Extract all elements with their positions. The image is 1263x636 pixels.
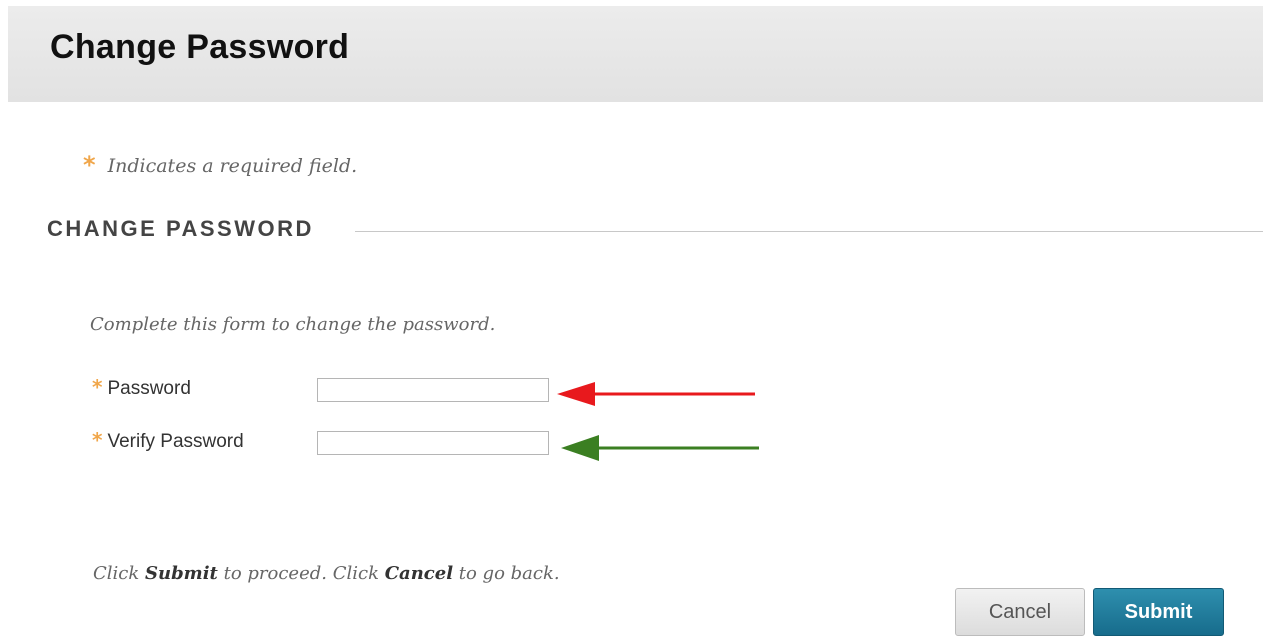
cancel-button[interactable]: Cancel [955, 588, 1085, 636]
verify-password-label: * Verify Password [92, 428, 244, 453]
password-label: * Password [92, 375, 191, 400]
required-field-note: * Indicates a required field. [83, 150, 358, 179]
footer-instructions: Click Submit to proceed. Click Cancel to… [93, 563, 560, 584]
footer-text-part: Click [93, 563, 145, 584]
verify-password-input[interactable] [317, 431, 549, 455]
page-header: Change Password [8, 6, 1263, 102]
password-input[interactable] [317, 378, 549, 402]
required-asterisk-icon: * [92, 428, 103, 452]
footer-text-part: to proceed. Click [217, 563, 385, 584]
section-divider [355, 231, 1263, 232]
verify-password-label-text: Verify Password [107, 431, 244, 452]
section-title: CHANGE PASSWORD [47, 216, 314, 241]
required-asterisk-icon: * [83, 151, 96, 179]
footer-submit-word: Submit [145, 563, 218, 584]
footer-cancel-word: Cancel [384, 563, 454, 584]
form-instructions: Complete this form to change the passwor… [90, 314, 496, 335]
footer-text-part: to go back. [453, 563, 560, 584]
submit-button[interactable]: Submit [1093, 588, 1224, 636]
required-field-note-text: Indicates a required field. [107, 155, 358, 177]
page-title: Change Password [50, 28, 350, 66]
password-label-text: Password [107, 378, 191, 399]
green-arrow-icon [561, 435, 759, 461]
red-arrow-icon [557, 382, 755, 406]
required-asterisk-icon: * [92, 375, 103, 399]
